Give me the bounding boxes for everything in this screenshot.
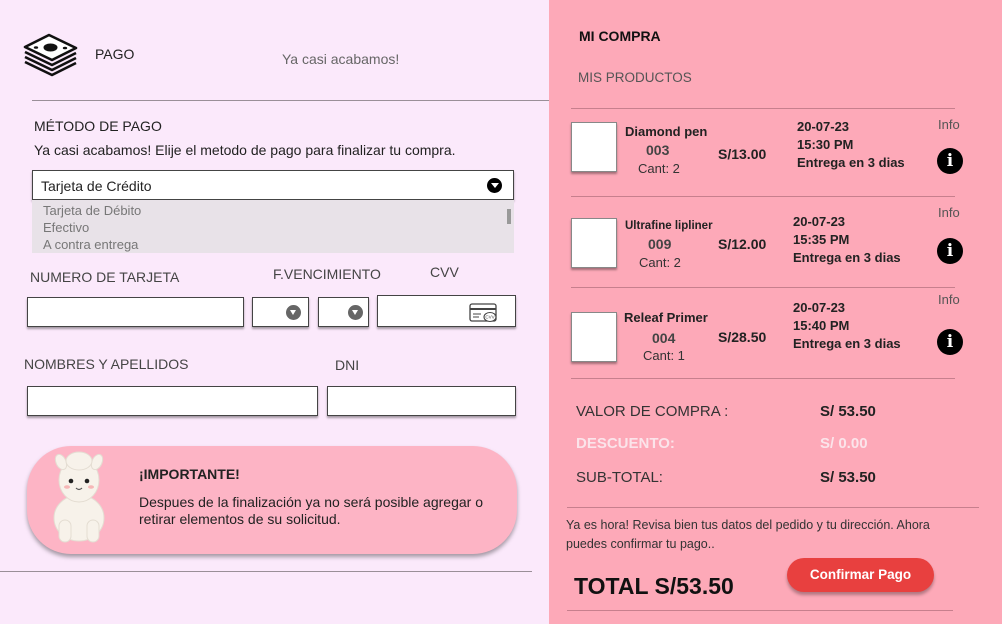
info-label: Info <box>938 292 960 307</box>
subtotal-label: SUB-TOTAL: <box>576 469 663 486</box>
chevron-down-icon <box>487 178 502 193</box>
payment-method-title: MÉTODO DE PAGO <box>34 118 162 134</box>
info-label: Info <box>938 117 960 132</box>
product-price: S/13.00 <box>718 146 767 162</box>
page-subtitle: Ya casi acabamos! <box>282 51 400 67</box>
cvv-input[interactable]: CVV <box>377 295 516 327</box>
product-image <box>571 122 617 172</box>
product-divider <box>571 378 955 379</box>
notice-text-line2: retirar elementos de su solicitud. <box>139 511 341 527</box>
svg-text:CVV: CVV <box>485 315 494 320</box>
product-divider <box>571 196 955 197</box>
payment-method-options: Tarjeta de Débito Efectivo A contra entr… <box>32 200 514 253</box>
payment-method-select[interactable]: Tarjeta de Crédito <box>32 170 514 200</box>
product-name: Diamond pen <box>625 124 708 139</box>
dni-input[interactable] <box>327 386 516 416</box>
product-quantity: Cant: 2 <box>638 161 680 176</box>
product-code: 003 <box>646 142 670 158</box>
expiry-label: F.VENCIMIENTO <box>273 266 381 282</box>
payment-instructions: Ya casi acabamos! Elije el metodo de pag… <box>34 142 456 158</box>
product-image <box>571 218 617 268</box>
product-name: Releaf Primer <box>624 310 708 325</box>
product-divider <box>571 287 955 288</box>
full-name-input[interactable] <box>27 386 318 416</box>
confirm-message-line2: puedes confirmar tu pago.. <box>566 537 715 551</box>
payment-panel: PAGO Ya casi acabamos! MÉTODO DE PAGO Ya… <box>0 0 556 624</box>
product-time: 15:35 PM <box>793 232 850 247</box>
valor-value: S/ 53.50 <box>820 403 876 420</box>
alpaca-icon <box>47 448 111 551</box>
option-efectivo[interactable]: Efectivo <box>43 220 89 235</box>
dni-label: DNI <box>335 357 360 373</box>
product-date: 20-07-23 <box>797 119 850 134</box>
product-date: 20-07-23 <box>793 300 846 315</box>
full-name-label: NOMBRES Y APELLIDOS <box>24 356 189 372</box>
product-date: 20-07-23 <box>793 214 846 229</box>
expiry-month-select[interactable] <box>252 297 309 327</box>
subtotal-value: S/ 53.50 <box>820 469 876 486</box>
option-debito[interactable]: Tarjeta de Débito <box>43 203 141 218</box>
descuento-value: S/ 0.00 <box>820 435 868 452</box>
scrollbar[interactable] <box>507 209 511 224</box>
order-summary-panel: MI COMPRA MIS PRODUCTOS Diamond pen 003 … <box>549 0 1002 624</box>
credit-card-icon: CVV <box>469 303 499 328</box>
product-code: 004 <box>652 330 676 346</box>
info-icon[interactable]: i <box>937 238 963 264</box>
expiry-year-select[interactable] <box>318 297 369 327</box>
subtotal-divider <box>567 507 979 508</box>
product-price: S/12.00 <box>718 236 767 252</box>
product-code: 009 <box>648 236 672 252</box>
important-notice: ¡IMPORTANTE! Despues de la finalización … <box>27 446 517 554</box>
notice-text-line1: Despues de la finalización ya no será po… <box>139 494 483 510</box>
chevron-down-icon <box>348 305 363 320</box>
product-time: 15:30 PM <box>797 137 854 152</box>
page-title: PAGO <box>95 46 135 62</box>
bottom-divider <box>0 571 532 572</box>
summary-title: MI COMPRA <box>579 28 661 44</box>
product-quantity: Cant: 2 <box>639 255 681 270</box>
option-contra-entrega[interactable]: A contra entrega <box>43 237 138 252</box>
summary-divider <box>571 108 955 109</box>
info-icon[interactable]: i <box>937 148 963 174</box>
product-name: Ultrafine lipliner <box>625 220 713 232</box>
summary-subtitle: MIS PRODUCTOS <box>578 70 692 85</box>
total-amount: TOTAL S/53.50 <box>574 573 734 599</box>
notice-title: ¡IMPORTANTE! <box>139 466 240 482</box>
product-image <box>571 312 617 362</box>
money-stack-icon <box>22 33 78 77</box>
descuento-label: DESCUENTO: <box>576 435 675 452</box>
product-delivery: Entrega en 3 dias <box>797 155 905 170</box>
valor-label: VALOR DE COMPRA : <box>576 403 729 420</box>
confirm-message-line1: Ya es hora! Revisa bien tus datos del pe… <box>566 518 930 532</box>
info-label: Info <box>938 205 960 220</box>
cvv-label: CVV <box>430 264 459 280</box>
info-icon[interactable]: i <box>937 329 963 355</box>
card-number-label: NUMERO DE TARJETA <box>30 269 180 285</box>
product-price: S/28.50 <box>718 329 767 345</box>
card-number-input[interactable] <box>27 297 244 327</box>
confirm-payment-button[interactable]: Confirmar Pago <box>787 558 934 592</box>
product-time: 15:40 PM <box>793 318 850 333</box>
product-delivery: Entrega en 3 dias <box>793 250 901 265</box>
product-quantity: Cant: 1 <box>643 348 685 363</box>
total-divider <box>567 610 953 611</box>
header-divider <box>32 100 556 101</box>
product-delivery: Entrega en 3 dias <box>793 336 901 351</box>
payment-method-selected: Tarjeta de Crédito <box>41 178 152 194</box>
chevron-down-icon <box>286 305 301 320</box>
